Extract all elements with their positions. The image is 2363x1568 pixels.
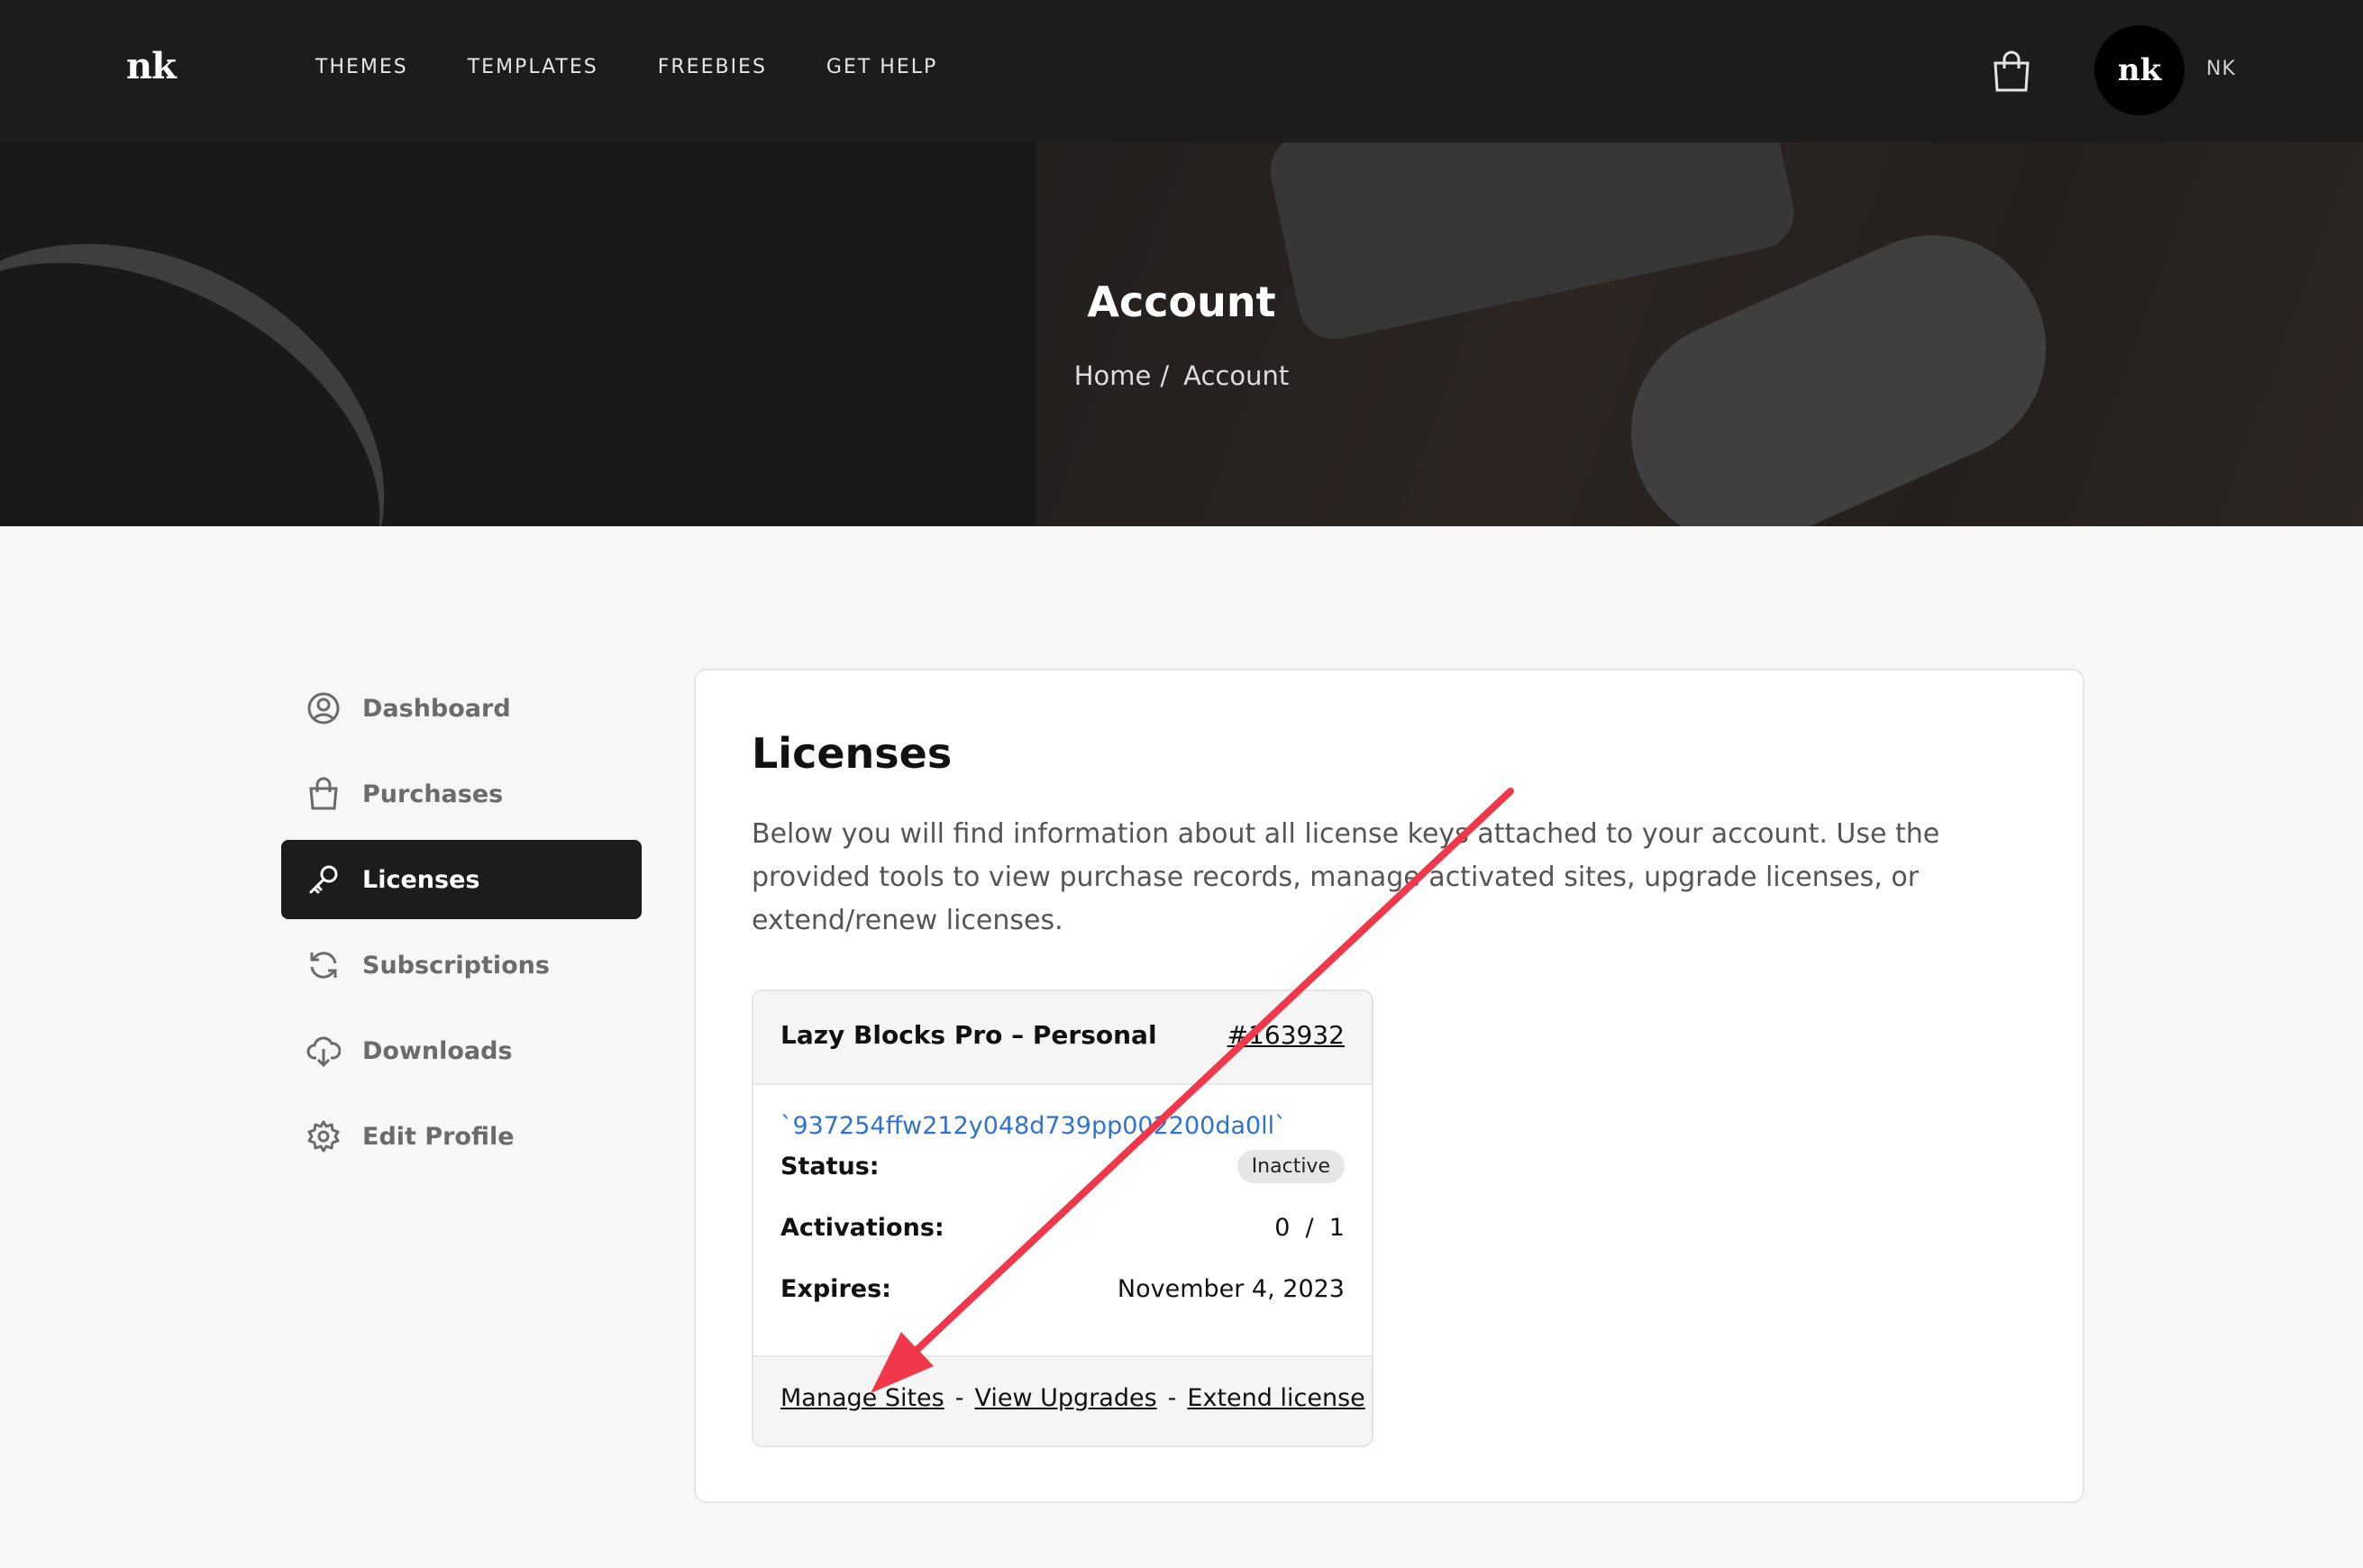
breadcrumb-separator: / bbox=[1160, 360, 1170, 391]
view-upgrades-link[interactable]: View Upgrades bbox=[975, 1384, 1157, 1412]
gear-icon bbox=[307, 1120, 340, 1153]
sidebar-item-edit-profile[interactable]: Edit Profile bbox=[281, 1097, 642, 1176]
license-order-link[interactable]: #163932 bbox=[1227, 1020, 1345, 1050]
license-card-header: Lazy Blocks Pro – Personal #163932 bbox=[753, 991, 1372, 1085]
sidebar-item-label: Purchases bbox=[362, 779, 504, 808]
shopping-bag-icon[interactable] bbox=[1992, 50, 2031, 92]
nav-templates[interactable]: TEMPLATES bbox=[468, 56, 598, 78]
nav-freebies[interactable]: FREEBIES bbox=[658, 56, 767, 78]
sidebar-item-label: Dashboard bbox=[362, 694, 511, 723]
sidebar-item-purchases[interactable]: Purchases bbox=[281, 754, 642, 834]
link-separator: - bbox=[1167, 1384, 1177, 1412]
licenses-panel: Licenses Below you will find information… bbox=[694, 669, 2085, 1503]
nav-get-help[interactable]: GET HELP bbox=[826, 56, 937, 78]
key-icon bbox=[309, 865, 338, 894]
license-expires-row: Expires: November 4, 2023 bbox=[780, 1271, 1345, 1307]
sidebar-item-label: Licenses bbox=[362, 865, 480, 894]
sidebar-item-label: Subscriptions bbox=[362, 951, 550, 980]
section-title: Licenses bbox=[752, 729, 953, 778]
sidebar-item-label: Downloads bbox=[362, 1036, 513, 1065]
license-card-footer: Manage Sites - View Upgrades - Extend licens… bbox=[753, 1355, 1372, 1445]
hero-banner: Account Home / Account bbox=[0, 142, 2363, 526]
top-navigation-bar: nk THEMES TEMPLATES FREEBIES GET HELP nk… bbox=[0, 0, 2363, 142]
breadcrumb: Home / Account bbox=[0, 360, 2363, 391]
license-status-row: Status: Inactive bbox=[780, 1148, 1345, 1184]
account-sidebar: Dashboard Purchases Licenses Subscriptio… bbox=[281, 669, 642, 1182]
hero-overlay bbox=[0, 142, 2363, 526]
expires-value: November 4, 2023 bbox=[1117, 1274, 1345, 1303]
refresh-icon bbox=[310, 952, 337, 979]
manage-sites-link[interactable]: Manage Sites bbox=[780, 1384, 944, 1412]
main-nav: THEMES TEMPLATES FREEBIES GET HELP bbox=[315, 56, 997, 78]
activations-value: 0 / 1 bbox=[1274, 1213, 1345, 1242]
breadcrumb-current: Account bbox=[1183, 360, 1290, 391]
cloud-download-icon bbox=[306, 1036, 341, 1068]
activations-label: Activations: bbox=[780, 1213, 944, 1242]
sidebar-item-subscriptions[interactable]: Subscriptions bbox=[281, 925, 642, 1005]
expires-label: Expires: bbox=[780, 1274, 891, 1303]
avatar[interactable]: nk bbox=[2094, 25, 2185, 115]
license-actions: Manage Sites - View Upgrades - Extend licens… bbox=[780, 1384, 1365, 1412]
page-title: Account bbox=[1087, 278, 1276, 326]
nav-themes[interactable]: THEMES bbox=[315, 56, 408, 78]
license-card: Lazy Blocks Pro – Personal #163932 `9372… bbox=[752, 989, 1373, 1447]
status-badge: Inactive bbox=[1236, 1149, 1345, 1183]
username[interactable]: NK bbox=[2206, 58, 2236, 80]
sidebar-item-dashboard[interactable]: Dashboard bbox=[281, 669, 642, 748]
sidebar-item-label: Edit Profile bbox=[362, 1122, 515, 1151]
shopping-bag-icon bbox=[309, 777, 338, 810]
site-logo[interactable]: nk bbox=[126, 45, 177, 87]
license-activations-row: Activations: 0 / 1 bbox=[780, 1209, 1345, 1245]
user-circle-icon bbox=[307, 692, 340, 725]
breadcrumb-home[interactable]: Home bbox=[1074, 360, 1152, 391]
license-key[interactable]: `937254ffw212y048d739pp002200da0ll` bbox=[780, 1112, 1287, 1140]
sidebar-item-downloads[interactable]: Downloads bbox=[281, 1011, 642, 1090]
status-label: Status: bbox=[780, 1152, 880, 1181]
section-intro: Below you will find information about al… bbox=[752, 818, 1940, 936]
sidebar-item-licenses[interactable]: Licenses bbox=[281, 840, 642, 919]
extend-license-link[interactable]: Extend license bbox=[1187, 1384, 1364, 1412]
license-product-name: Lazy Blocks Pro – Personal bbox=[780, 1020, 1157, 1050]
link-separator: - bbox=[954, 1384, 964, 1412]
